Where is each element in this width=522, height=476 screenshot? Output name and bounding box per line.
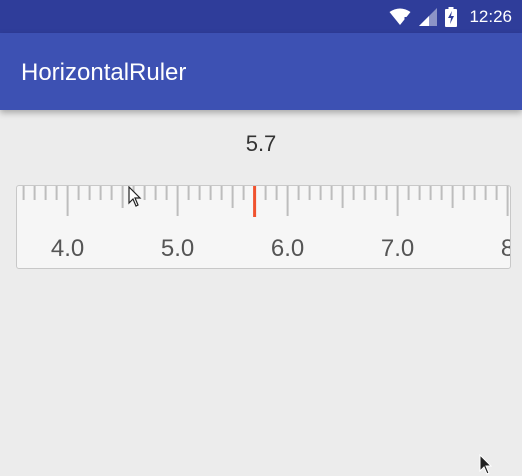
- app-title: HorizontalRuler: [21, 59, 187, 86]
- wifi-icon: [389, 8, 411, 26]
- status-bar: 12:26: [0, 0, 522, 33]
- horizontal-ruler[interactable]: 4.0 5.0 6.0 7.0 8: [16, 185, 511, 269]
- selected-value: 5.7: [245, 131, 277, 156]
- tick-label: 7.0: [381, 235, 414, 262]
- tick-label: 5.0: [161, 235, 194, 262]
- clock: 12:26: [469, 6, 512, 26]
- mouse-cursor-icon: [479, 454, 493, 475]
- signal-icon: [419, 7, 438, 26]
- tick-label: 8: [501, 235, 510, 262]
- battery-icon: [445, 6, 458, 27]
- ruler-scale[interactable]: 4.0 5.0 6.0 7.0 8: [17, 186, 510, 268]
- tick-label: 4.0: [51, 235, 84, 262]
- tick-label: 6.0: [271, 235, 304, 262]
- mouse-cursor-icon: [128, 186, 142, 207]
- status-icons: 12:26: [389, 0, 512, 33]
- app-bar: HorizontalRuler: [0, 33, 522, 110]
